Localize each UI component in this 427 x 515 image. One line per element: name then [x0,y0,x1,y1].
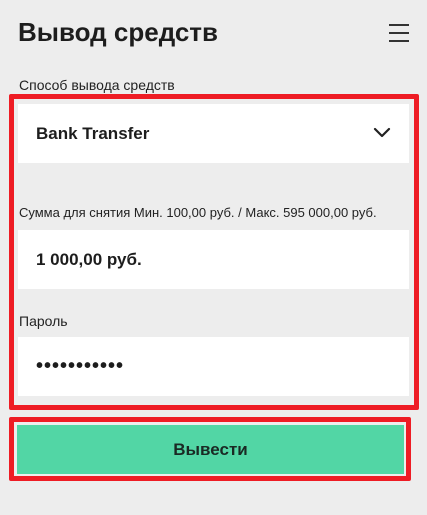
amount-input[interactable] [36,230,386,289]
menu-button[interactable] [385,20,413,46]
hamburger-menu-icon [389,24,409,42]
withdrawal-method-value: Bank Transfer [36,124,150,143]
password-field-container [18,337,409,396]
amount-label: Сумма для снятия Мин. 100,00 руб. / Макс… [19,205,377,220]
password-input[interactable] [36,337,386,396]
password-label: Пароль [19,313,68,329]
page-title: Вывод средств [18,17,219,47]
withdrawal-method-select[interactable]: Bank Transfer [18,104,409,163]
withdrawal-method-label: Способ вывода средств [19,77,175,93]
amount-field-container [18,230,409,289]
chevron-down-icon [373,127,391,138]
withdraw-button[interactable]: Вывести [17,425,404,474]
